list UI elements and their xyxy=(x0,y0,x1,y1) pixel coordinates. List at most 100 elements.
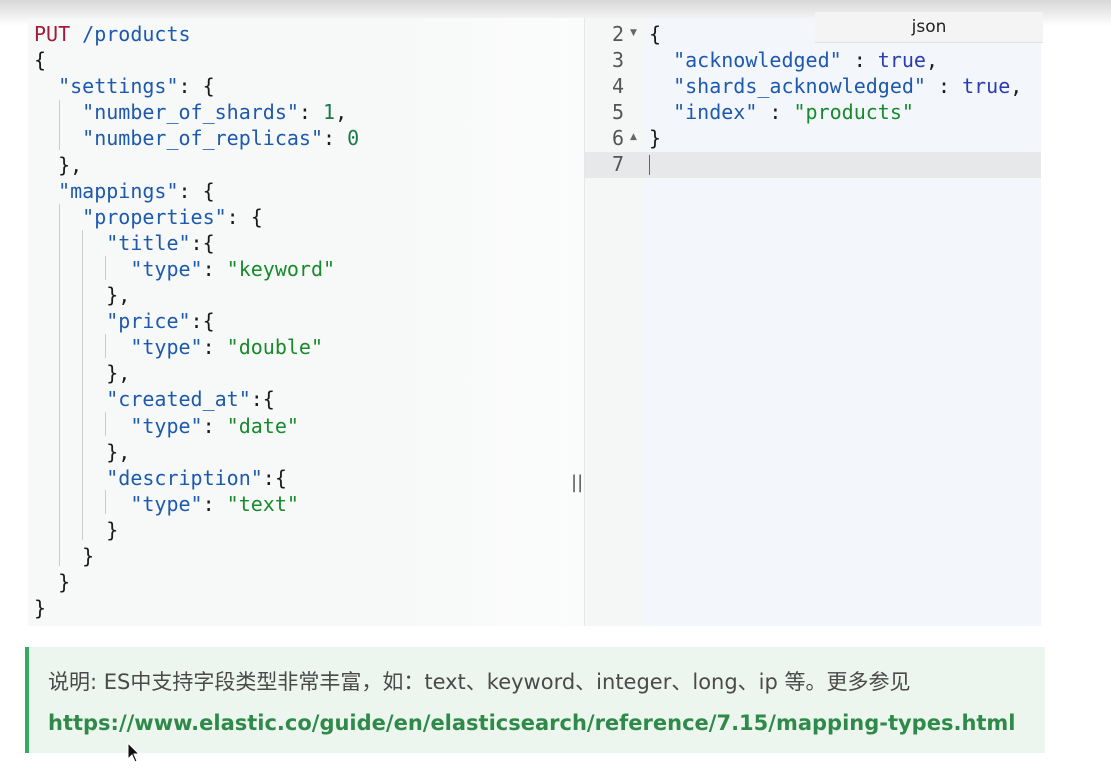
code-token: : xyxy=(323,126,348,151)
code-token: : xyxy=(202,491,227,516)
code-token: "settings" xyxy=(58,74,179,99)
code-line: "number_of_replicas": 0 xyxy=(34,125,359,151)
code-token: : xyxy=(298,100,324,125)
code-line: "price":{ xyxy=(34,308,215,334)
code-token: : xyxy=(202,413,227,438)
code-token: "index" xyxy=(673,100,758,124)
code-token: "text" xyxy=(226,491,299,516)
code-token: } xyxy=(34,517,119,542)
code-token: :{ xyxy=(262,465,287,490)
console-screen: PUT /products{ "settings": { "number_of_… xyxy=(0,0,1111,771)
code-token: "products" xyxy=(793,100,914,124)
code-token: :{ xyxy=(190,309,215,334)
code-token: : xyxy=(202,256,227,281)
code-line: "type": "text" xyxy=(34,491,299,517)
line-number: 3 xyxy=(612,48,625,72)
code-token: : xyxy=(202,335,227,360)
code-line: "acknowledged" : true, xyxy=(649,47,938,73)
response-format-tab[interactable]: json xyxy=(815,12,1043,43)
line-number: 7 xyxy=(612,152,625,176)
code-line: "mappings": { xyxy=(34,178,215,204)
code-token: :{ xyxy=(190,230,215,255)
code-token: { xyxy=(34,48,47,73)
code-token: : { xyxy=(178,178,215,203)
code-token: } xyxy=(34,570,71,595)
code-token: : xyxy=(841,48,878,72)
code-line: }, xyxy=(34,152,82,178)
indent-guide xyxy=(59,204,60,566)
splitter-handle-icon[interactable]: || xyxy=(571,472,583,493)
code-token: } xyxy=(34,544,95,568)
code-token: 0 xyxy=(347,126,360,151)
fold-open-icon[interactable]: ▼ xyxy=(630,28,637,38)
code-token: "number_of_replicas" xyxy=(82,126,323,151)
code-token: "number_of_shards" xyxy=(82,100,299,125)
indent-guide xyxy=(105,412,106,436)
code-token: "price" xyxy=(106,309,191,334)
code-token: : xyxy=(757,100,794,124)
code-token: "title" xyxy=(106,230,191,255)
code-token: : { xyxy=(178,74,215,99)
code-line: { xyxy=(649,21,661,47)
code-line: "title":{ xyxy=(34,230,215,256)
code-token: "type" xyxy=(130,256,203,281)
code-token: true xyxy=(877,48,926,72)
code-line: } xyxy=(34,595,46,621)
code-token: "type" xyxy=(130,413,203,438)
code-line: "number_of_shards": 1, xyxy=(34,99,347,125)
code-line: "properties": { xyxy=(34,204,263,230)
mapping-types-link[interactable]: https://www.elastic.co/guide/en/elastics… xyxy=(48,711,1016,735)
code-token: true xyxy=(962,74,1011,98)
text-cursor xyxy=(649,155,650,175)
pane-splitter[interactable] xyxy=(568,18,584,626)
indent-guide xyxy=(82,230,83,540)
code-line: "type": "double" xyxy=(34,334,323,360)
code-token: /products xyxy=(70,22,191,46)
code-token: :{ xyxy=(250,387,275,412)
code-token: "properties" xyxy=(82,204,227,229)
code-line: "description":{ xyxy=(34,465,287,491)
line-number: 2 xyxy=(612,22,625,46)
code-token: 1 xyxy=(323,100,336,125)
code-token: "shards_acknowledged" xyxy=(673,74,926,98)
code-token: PUT xyxy=(34,22,71,46)
code-token: "type" xyxy=(130,491,203,516)
code-token: "type" xyxy=(130,335,203,360)
code-line: } xyxy=(34,517,118,543)
code-token: { xyxy=(649,22,662,46)
indent-guide xyxy=(105,490,106,514)
code-line: "created_at":{ xyxy=(34,386,275,412)
code-token: "keyword" xyxy=(226,256,336,281)
code-token: "created_at" xyxy=(106,387,251,412)
code-token: : { xyxy=(226,204,263,229)
code-token: , xyxy=(1010,74,1023,98)
code-token: : xyxy=(925,74,963,98)
code-token: "acknowledged" xyxy=(673,48,842,72)
fold-close-icon[interactable]: ▲ xyxy=(630,132,637,142)
code-line: } xyxy=(649,125,661,151)
code-line: "type": "keyword" xyxy=(34,256,335,282)
code-line: { xyxy=(34,47,46,73)
code-token: "mappings" xyxy=(58,178,179,203)
note-text: 说明: ES中支持字段类型非常丰富，如：text、keyword、integer… xyxy=(48,662,1028,744)
code-line: "type": "date" xyxy=(34,413,299,439)
code-line: } xyxy=(34,543,94,569)
indent-guide xyxy=(59,100,60,150)
code-line: PUT /products xyxy=(34,21,191,47)
line-number: 5 xyxy=(612,100,625,124)
code-token: "description" xyxy=(106,465,263,490)
indent-guide xyxy=(105,334,106,358)
code-token: , xyxy=(335,100,348,125)
code-token: "double" xyxy=(226,335,323,360)
code-token: } xyxy=(649,126,662,150)
code-token: , xyxy=(925,48,939,72)
indent-guide xyxy=(105,256,106,280)
line-number: 6 xyxy=(612,126,625,150)
active-line-highlight xyxy=(585,152,1041,178)
code-line: } xyxy=(34,569,70,595)
